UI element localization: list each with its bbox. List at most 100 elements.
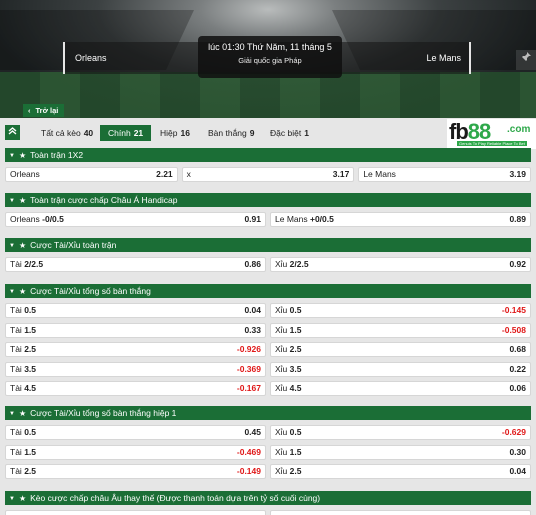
caret-down-icon[interactable]: ▼: [9, 285, 15, 299]
tab-label: Bàn thắng: [208, 128, 247, 138]
star-icon[interactable]: ★: [19, 407, 26, 421]
home-team-name: Orleans: [75, 53, 107, 63]
market-section-header[interactable]: ▼ ★ Kèo cược chấp châu Âu thay thế (Được t…: [5, 491, 531, 505]
star-icon[interactable]: ★: [19, 239, 26, 253]
chevrons-up-icon[interactable]: [5, 125, 20, 140]
selection-name: Tài: [10, 344, 22, 354]
selection-name: Tài: [10, 363, 22, 374]
tab-label: Đặc biệt: [270, 128, 302, 138]
odds-label: Le Mans +0/0.5: [275, 213, 334, 226]
star-icon[interactable]: ★: [19, 285, 26, 299]
selection-line: 2/2.5: [24, 259, 44, 269]
market-section-header[interactable]: ▼ ★ Toàn trận 1X2: [5, 148, 531, 162]
odds-label: Tài 1.5: [10, 324, 36, 337]
odds-cell[interactable]: [270, 510, 531, 515]
odds-cell[interactable]: Le Mans 3.19: [358, 167, 531, 182]
market-section-header[interactable]: ▼ ★ Cược Tài/Xỉu tổng số bàn thắng hiệp 1: [5, 406, 531, 420]
odds-value: -0.149: [236, 466, 261, 476]
tab-special[interactable]: Đặc biệt 1: [270, 125, 309, 141]
odds-row: Tài 3.5 -0.369 Xỉu 3.5 0.22: [5, 361, 531, 377]
market-section-header[interactable]: ▼ ★ Cược Tài/Xỉu tổng số bàn thắng: [5, 284, 531, 298]
market-section-header[interactable]: ▼ ★ Cược Tài/Xỉu toàn trận: [5, 238, 531, 252]
selection-name: Tài: [10, 427, 22, 437]
odds-value: 0.45: [244, 427, 261, 437]
odds-cell[interactable]: Xỉu 1.5 -0.508: [270, 322, 531, 338]
odds-cell[interactable]: Tài 2.5 -0.926: [5, 342, 266, 357]
odds-cell[interactable]: Xỉu 2.5 0.68: [270, 342, 531, 357]
odds-cell[interactable]: Tài 2.5 -0.149: [5, 464, 266, 479]
selection-name: Tài: [10, 324, 22, 335]
odds-cell[interactable]: Xỉu 1.5 0.30: [270, 444, 531, 460]
odds-cell[interactable]: x 3.17: [181, 167, 355, 182]
tab-main[interactable]: Chính 21: [100, 125, 152, 141]
selection-line: -0/0.5: [42, 214, 64, 224]
tab-all[interactable]: Tất cả kèo 40: [41, 125, 93, 141]
selection-name: Le Mans: [275, 214, 308, 224]
odds-cell[interactable]: Xỉu 2/2.5 0.92: [270, 257, 531, 272]
odds-label: Xỉu 0.5: [275, 426, 302, 439]
selection-name: Xỉu: [275, 427, 288, 437]
odds-value: 2.21: [156, 169, 173, 179]
market-section-header[interactable]: ▼ ★ Toàn trận cược chấp Châu Á Handicap: [5, 193, 531, 207]
match-league: Giải quốc gia Pháp: [238, 56, 302, 65]
logo-suffix: .com: [507, 124, 531, 135]
selection-name: Tài: [10, 446, 22, 457]
odds-cell[interactable]: Tài 0.5 0.04: [5, 303, 266, 318]
selection-name: Xỉu: [275, 259, 288, 269]
odds-cell[interactable]: Xỉu 4.5 0.06: [270, 381, 531, 396]
caret-down-icon[interactable]: ▼: [9, 149, 15, 163]
odds-value: 0.22: [509, 363, 526, 374]
odds-row: Tài 2/2.5 0.86 Xỉu 2/2.5 0.92: [5, 257, 531, 272]
odds-cell[interactable]: Tài 1.5 0.33: [5, 322, 266, 338]
market-section: ▼ ★ Cược Tài/Xỉu toàn trận Tài 2/2.5 0.86 Xỉu…: [5, 238, 531, 277]
caret-down-icon[interactable]: ▼: [9, 407, 15, 421]
odds-value: 3.19: [509, 169, 526, 179]
tab-label: Tất cả kèo: [41, 128, 81, 138]
odds-cell[interactable]: Orleans -0/0.5 0.91: [5, 212, 266, 227]
odds-row: Orleans 2.21 x 3.17 Le Mans 3.19: [5, 167, 531, 182]
caret-down-icon[interactable]: ▼: [9, 492, 15, 506]
star-icon[interactable]: ★: [19, 492, 26, 506]
odds-label: x: [187, 168, 191, 181]
odds-label: Orleans: [10, 168, 40, 181]
selection-name: Xỉu: [275, 324, 288, 335]
tab-goals[interactable]: Bàn thắng 9: [208, 125, 255, 141]
match-scorebar: Orleans lúc 01:30 Thứ Năm, 11 tháng 5 Gi…: [63, 36, 471, 78]
tab-count: 16: [180, 128, 190, 138]
back-button[interactable]: ‹ Trở lại: [23, 104, 65, 117]
odds-cell[interactable]: Tài 2/2.5 0.86: [5, 257, 266, 272]
tab-count: 40: [83, 128, 94, 138]
odds-value: -0.145: [501, 305, 526, 315]
star-icon[interactable]: ★: [19, 194, 26, 208]
odds-cell[interactable]: Xỉu 0.5 -0.145: [270, 303, 531, 318]
odds-cell[interactable]: Xỉu 0.5 -0.629: [270, 425, 531, 440]
odds-value: 0.30: [509, 446, 526, 457]
odds-cell[interactable]: Tài 1.5 -0.469: [5, 444, 266, 460]
stadium-pitch: [0, 72, 536, 118]
odds-cell[interactable]: Tài 0.5 0.45: [5, 425, 266, 440]
odds-label: Tài 2/2.5: [10, 258, 43, 271]
odds-cell[interactable]: Le Mans +0/0.5 0.89: [270, 212, 531, 227]
market-section: ▼ ★ Kèo cược chấp châu Âu thay thế (Được t…: [5, 491, 531, 515]
logo-tagline: Genuis To Play Reliable Place To Bet: [457, 141, 527, 146]
odds-value: 0.89: [509, 214, 526, 224]
caret-down-icon[interactable]: ▼: [9, 239, 15, 253]
caret-down-icon[interactable]: ▼: [9, 194, 15, 208]
odds-label: Tài 2.5: [10, 465, 36, 478]
odds-cell[interactable]: Tài 4.5 -0.167: [5, 381, 266, 396]
star-icon[interactable]: ★: [19, 149, 26, 163]
selection-name: Xỉu: [275, 446, 288, 457]
market-section-title: Cược Tài/Xỉu toàn trận: [30, 240, 117, 250]
odds-cell[interactable]: Xỉu 2.5 0.04: [270, 464, 531, 479]
selection-line: 1.5: [24, 446, 37, 457]
market-section-title: Toàn trận 1X2: [30, 150, 84, 160]
tab-half[interactable]: Hiệp 16: [160, 125, 190, 141]
pin-icon[interactable]: [516, 50, 536, 70]
match-datetime: lúc 01:30 Thứ Năm, 11 tháng 5: [208, 42, 332, 52]
odds-cell[interactable]: Xỉu 3.5 0.22: [270, 361, 531, 377]
odds-value: -0.629: [501, 427, 526, 437]
odds-cell[interactable]: [5, 510, 266, 515]
odds-cell[interactable]: Orleans 2.21: [5, 167, 178, 182]
odds-label: Xỉu 4.5: [275, 382, 302, 395]
odds-cell[interactable]: Tài 3.5 -0.369: [5, 361, 266, 377]
